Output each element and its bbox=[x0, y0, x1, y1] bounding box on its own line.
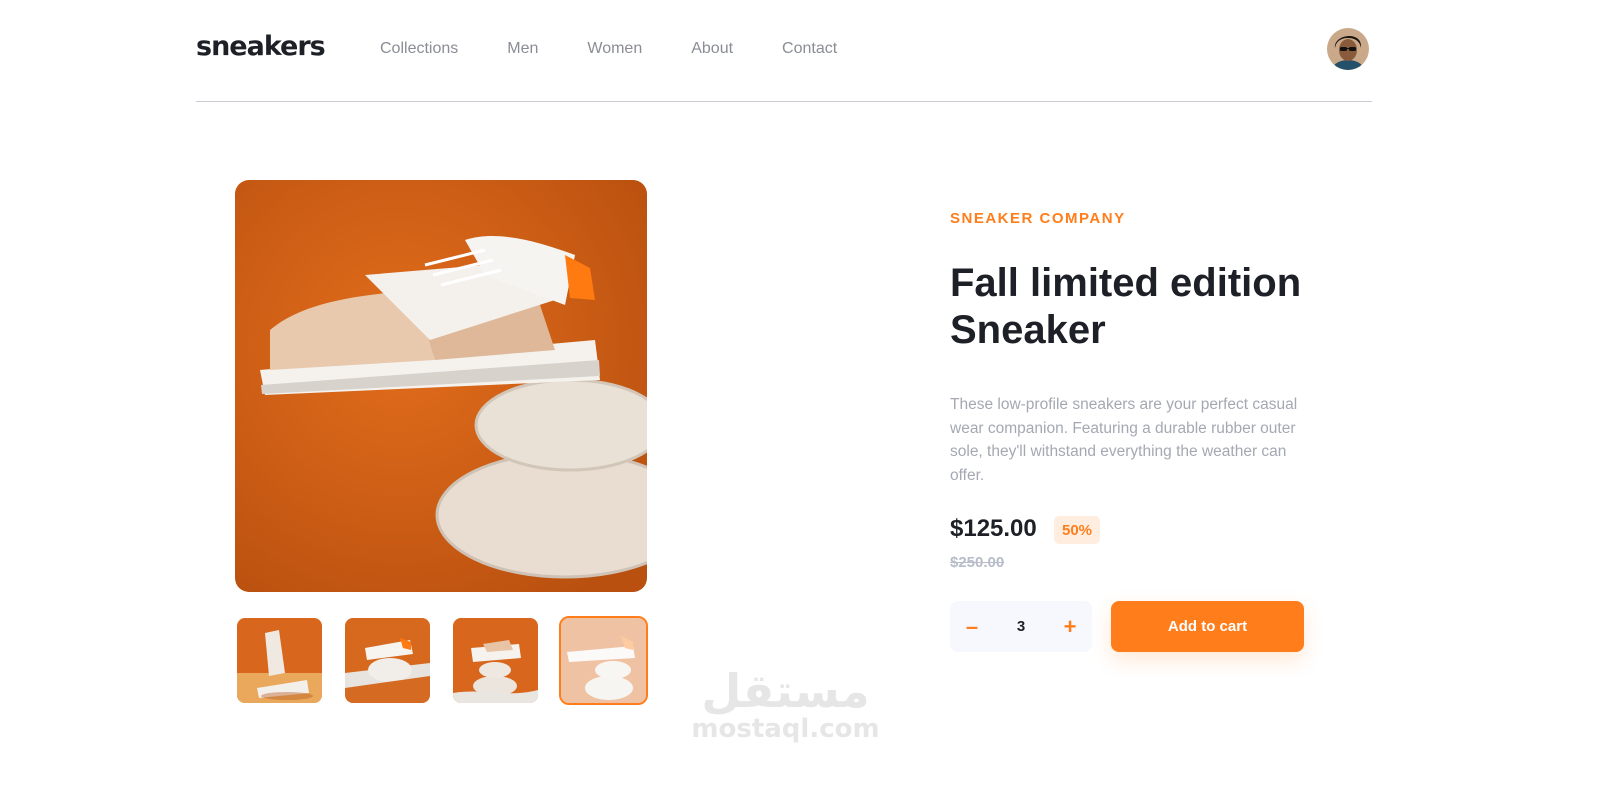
site-header: sneakers Collections Men Women About Con… bbox=[196, 0, 1372, 102]
nav-link-women[interactable]: Women bbox=[587, 40, 642, 58]
discount-badge: 50% bbox=[1054, 516, 1100, 544]
thumbnail-1[interactable] bbox=[237, 618, 322, 703]
watermark-latin: mostaql.com bbox=[691, 714, 880, 744]
nav-link-contact[interactable]: Contact bbox=[782, 40, 837, 58]
minus-icon[interactable]: – bbox=[962, 614, 982, 639]
product-title: Fall limited edition Sneaker bbox=[950, 260, 1330, 354]
quantity-stepper: – 3 + bbox=[950, 601, 1092, 652]
watermark: مستقل mostaql.com bbox=[688, 668, 883, 744]
product-title-line-2: Sneaker bbox=[950, 308, 1106, 352]
main-nav: Collections Men Women About Contact bbox=[380, 40, 886, 58]
user-avatar[interactable] bbox=[1327, 28, 1369, 70]
nav-link-about[interactable]: About bbox=[691, 40, 733, 58]
product-description: These low-profile sneakers are your perf… bbox=[950, 396, 1298, 484]
company-label: SNEAKER COMPANY bbox=[950, 210, 1126, 227]
add-to-cart-button[interactable]: Add to cart bbox=[1111, 601, 1304, 652]
thumbnail-3[interactable] bbox=[453, 618, 538, 703]
watermark-arabic: مستقل bbox=[701, 664, 870, 718]
brand-logo[interactable]: sneakers bbox=[196, 31, 326, 62]
thumbnail-strip bbox=[237, 616, 669, 705]
plus-icon[interactable]: + bbox=[1060, 614, 1080, 639]
thumbnail-2[interactable] bbox=[345, 618, 430, 703]
original-price: $250.00 bbox=[950, 554, 1005, 571]
nav-link-collections[interactable]: Collections bbox=[380, 40, 458, 58]
product-main-image[interactable] bbox=[235, 180, 647, 592]
nav-link-men[interactable]: Men bbox=[507, 40, 538, 58]
quantity-value: 3 bbox=[1016, 618, 1026, 635]
current-price: $125.00 bbox=[950, 515, 1037, 542]
product-title-line-1: Fall limited edition bbox=[950, 261, 1302, 305]
thumbnail-4-active[interactable] bbox=[559, 616, 648, 705]
